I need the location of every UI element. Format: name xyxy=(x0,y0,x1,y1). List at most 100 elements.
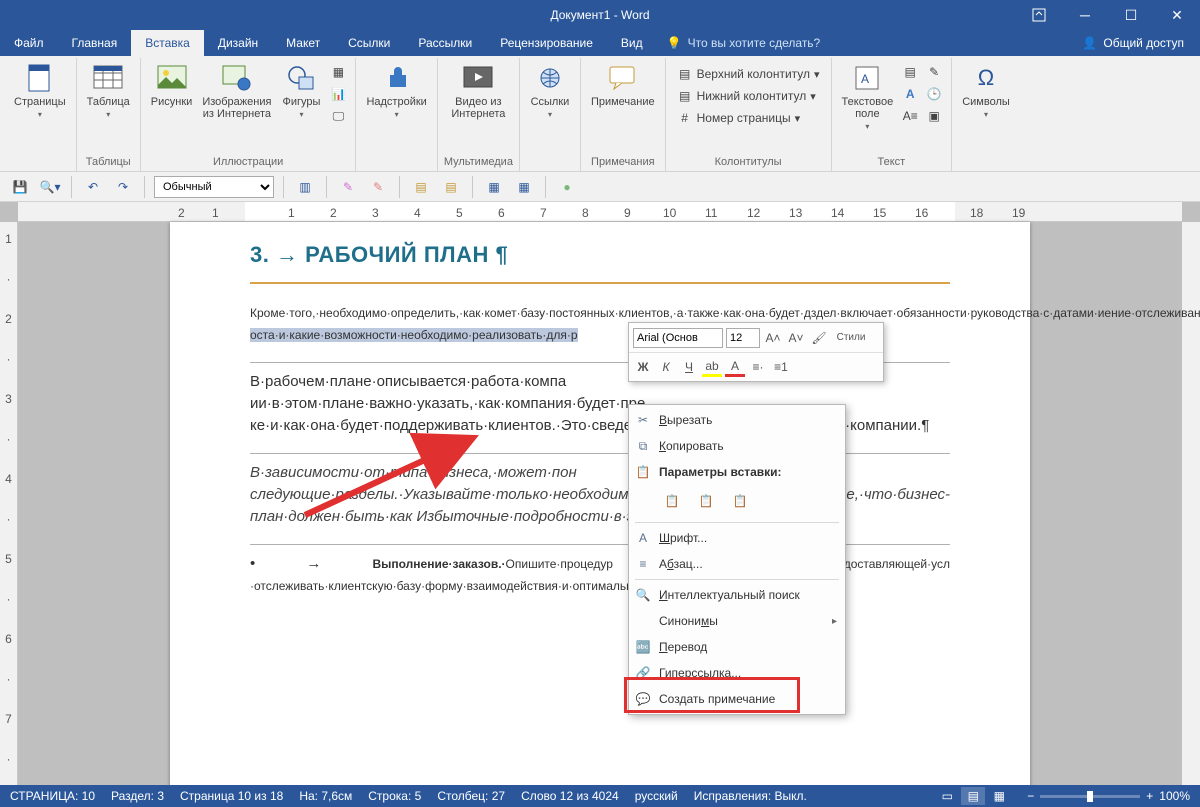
menu-cut[interactable]: ✂Вырезать xyxy=(629,407,845,433)
status-section[interactable]: Раздел: 3 xyxy=(111,789,164,803)
menu-font[interactable]: AШрифт... xyxy=(629,525,845,551)
dropcap-button[interactable]: A≡ xyxy=(899,106,921,126)
qat-btn-1[interactable]: ▥ xyxy=(293,175,317,199)
comment-button[interactable]: Примечание xyxy=(587,60,659,110)
tab-layout[interactable]: Макет xyxy=(272,30,334,56)
datetime-button[interactable]: 🕒 xyxy=(923,84,945,104)
header-button[interactable]: ▤Верхний колонтитул ▾ xyxy=(674,64,823,84)
highlight-button[interactable]: ab xyxy=(702,357,722,377)
pictures-button[interactable]: Рисунки xyxy=(147,60,197,110)
status-column[interactable]: Столбец: 27 xyxy=(437,789,505,803)
links-button[interactable]: Ссылки ▾ xyxy=(526,60,574,121)
group-text-label: Текст xyxy=(838,154,946,171)
addins-button[interactable]: Надстройки ▾ xyxy=(362,60,430,121)
status-language[interactable]: русский xyxy=(635,789,678,803)
zoom-slider[interactable] xyxy=(1040,795,1140,798)
chart-button[interactable]: 📊 xyxy=(327,84,349,104)
signature-button[interactable]: ✎ xyxy=(923,62,945,82)
shapes-button[interactable]: Фигуры ▾ xyxy=(277,60,325,121)
status-line[interactable]: Строка: 5 xyxy=(368,789,421,803)
undo-button[interactable]: ↶ xyxy=(81,175,105,199)
web-layout-button[interactable]: ▦ xyxy=(987,787,1011,805)
menu-paragraph[interactable]: ≡Абзац... xyxy=(629,551,845,577)
online-pictures-button[interactable]: Изображения из Интернета xyxy=(198,60,275,122)
status-words[interactable]: Слово 12 из 4024 xyxy=(521,789,619,803)
redo-button[interactable]: ↷ xyxy=(111,175,135,199)
tab-design[interactable]: Дизайн xyxy=(204,30,272,56)
tab-review[interactable]: Рецензирование xyxy=(486,30,607,56)
tell-me[interactable]: 💡 Что вы хотите сделать? xyxy=(657,30,831,56)
tab-view[interactable]: Вид xyxy=(607,30,657,56)
close-button[interactable]: ✕ xyxy=(1154,0,1200,30)
italic-button[interactable]: К xyxy=(656,357,676,377)
mini-font-name[interactable] xyxy=(633,328,723,348)
status-track-changes[interactable]: Исправления: Выкл. xyxy=(694,789,807,803)
zoom-level[interactable]: 100% xyxy=(1159,789,1190,803)
menu-copy[interactable]: ⧉Копировать xyxy=(629,433,845,459)
grow-font-button[interactable]: A˄ xyxy=(763,328,783,348)
style-selector[interactable]: Обычный xyxy=(154,176,274,198)
print-layout-button[interactable]: ▤ xyxy=(961,787,985,805)
save-button[interactable]: 💾 xyxy=(8,175,32,199)
zoom-in-button[interactable]: + xyxy=(1146,789,1153,803)
tab-insert[interactable]: Вставка xyxy=(131,30,204,56)
qat-btn-c[interactable]: ▦ xyxy=(482,175,506,199)
comment-icon xyxy=(607,62,639,94)
status-page-of[interactable]: Страница 10 из 18 xyxy=(180,789,283,803)
paste-merge-formatting[interactable]: 📋 xyxy=(693,488,719,514)
footer-button[interactable]: ▤Нижний колонтитул ▾ xyxy=(674,86,823,106)
tab-mailings[interactable]: Рассылки xyxy=(404,30,486,56)
textbox-button[interactable]: A Текстовое поле ▾ xyxy=(838,60,898,133)
object-button[interactable]: ▣ xyxy=(923,106,945,126)
qat-highlight[interactable]: ✎ xyxy=(336,175,360,199)
wordart-button[interactable]: A xyxy=(899,84,921,104)
quickparts-button[interactable]: ▤ xyxy=(899,62,921,82)
share-button[interactable]: 👤 Общий доступ xyxy=(1066,30,1200,56)
online-video-button[interactable]: Видео из Интернета xyxy=(447,60,509,122)
symbols-button[interactable]: Ω Символы ▾ xyxy=(958,60,1014,121)
bold-button[interactable]: Ж xyxy=(633,357,653,377)
document-page[interactable]: 3. → РАБОЧИЙ ПЛАН ¶ Кроме·того,·необходи… xyxy=(170,222,1030,785)
menu-smart-lookup[interactable]: 🔍Интеллектуальный поиск xyxy=(629,582,845,608)
paste-text-only[interactable]: 📋 xyxy=(727,488,753,514)
tab-file[interactable]: Файл xyxy=(0,30,58,56)
maximize-button[interactable]: ☐ xyxy=(1108,0,1154,30)
mini-font-size[interactable] xyxy=(726,328,760,348)
menu-synonyms[interactable]: Синонимы▸ xyxy=(629,608,845,634)
screenshot-button[interactable]: 🖵 xyxy=(327,106,349,126)
horizontal-ruler[interactable]: 2 1 1 2 3 4 5 6 7 8 9 10 11 12 13 14 15 … xyxy=(18,202,1182,222)
qat-btn-a[interactable]: ▤ xyxy=(409,175,433,199)
status-page[interactable]: СТРАНИЦА: 10 xyxy=(10,789,95,803)
qat-circle[interactable]: ● xyxy=(555,175,579,199)
ribbon-display-options[interactable] xyxy=(1016,0,1062,30)
format-painter-button[interactable]: 🖌 xyxy=(809,328,829,348)
status-position[interactable]: На: 7,6см xyxy=(299,789,352,803)
search-icon: 🔍 xyxy=(635,588,651,602)
bullets-button[interactable]: ≡· xyxy=(748,357,768,377)
menu-new-comment[interactable]: 💬Создать примечание xyxy=(629,686,845,712)
find-button[interactable]: 🔍▾ xyxy=(38,175,62,199)
vertical-ruler[interactable]: 1·2·3·4·5·6·7·8·9·10·11 xyxy=(0,222,18,785)
paste-options-row: 📋 📋 📋 xyxy=(629,485,845,520)
read-mode-button[interactable]: ▭ xyxy=(935,787,959,805)
pagenum-icon: # xyxy=(677,110,693,126)
pagenumber-button[interactable]: #Номер страницы ▾ xyxy=(674,108,823,128)
underline-button[interactable]: Ч xyxy=(679,357,699,377)
tab-references[interactable]: Ссылки xyxy=(334,30,404,56)
zoom-out-button[interactable]: − xyxy=(1027,789,1034,803)
table-button[interactable]: Таблица ▾ xyxy=(83,60,134,121)
tab-home[interactable]: Главная xyxy=(58,30,132,56)
minimize-button[interactable]: ─ xyxy=(1062,0,1108,30)
smartart-button[interactable]: ▦ xyxy=(327,62,349,82)
qat-highlight2[interactable]: ✎ xyxy=(366,175,390,199)
pages-button[interactable]: Страницы ▾ xyxy=(10,60,70,121)
font-color-button[interactable]: A xyxy=(725,357,745,377)
menu-hyperlink[interactable]: 🔗Гиперссылка... xyxy=(629,660,845,686)
paste-keep-formatting[interactable]: 📋 xyxy=(659,488,685,514)
qat-btn-b[interactable]: ▤ xyxy=(439,175,463,199)
qat-btn-d[interactable]: ▦ xyxy=(512,175,536,199)
numbering-button[interactable]: ≡1 xyxy=(771,357,791,377)
menu-translate[interactable]: 🔤Перевод xyxy=(629,634,845,660)
styles-button[interactable]: Стили xyxy=(832,328,870,348)
shrink-font-button[interactable]: A˅ xyxy=(786,328,806,348)
